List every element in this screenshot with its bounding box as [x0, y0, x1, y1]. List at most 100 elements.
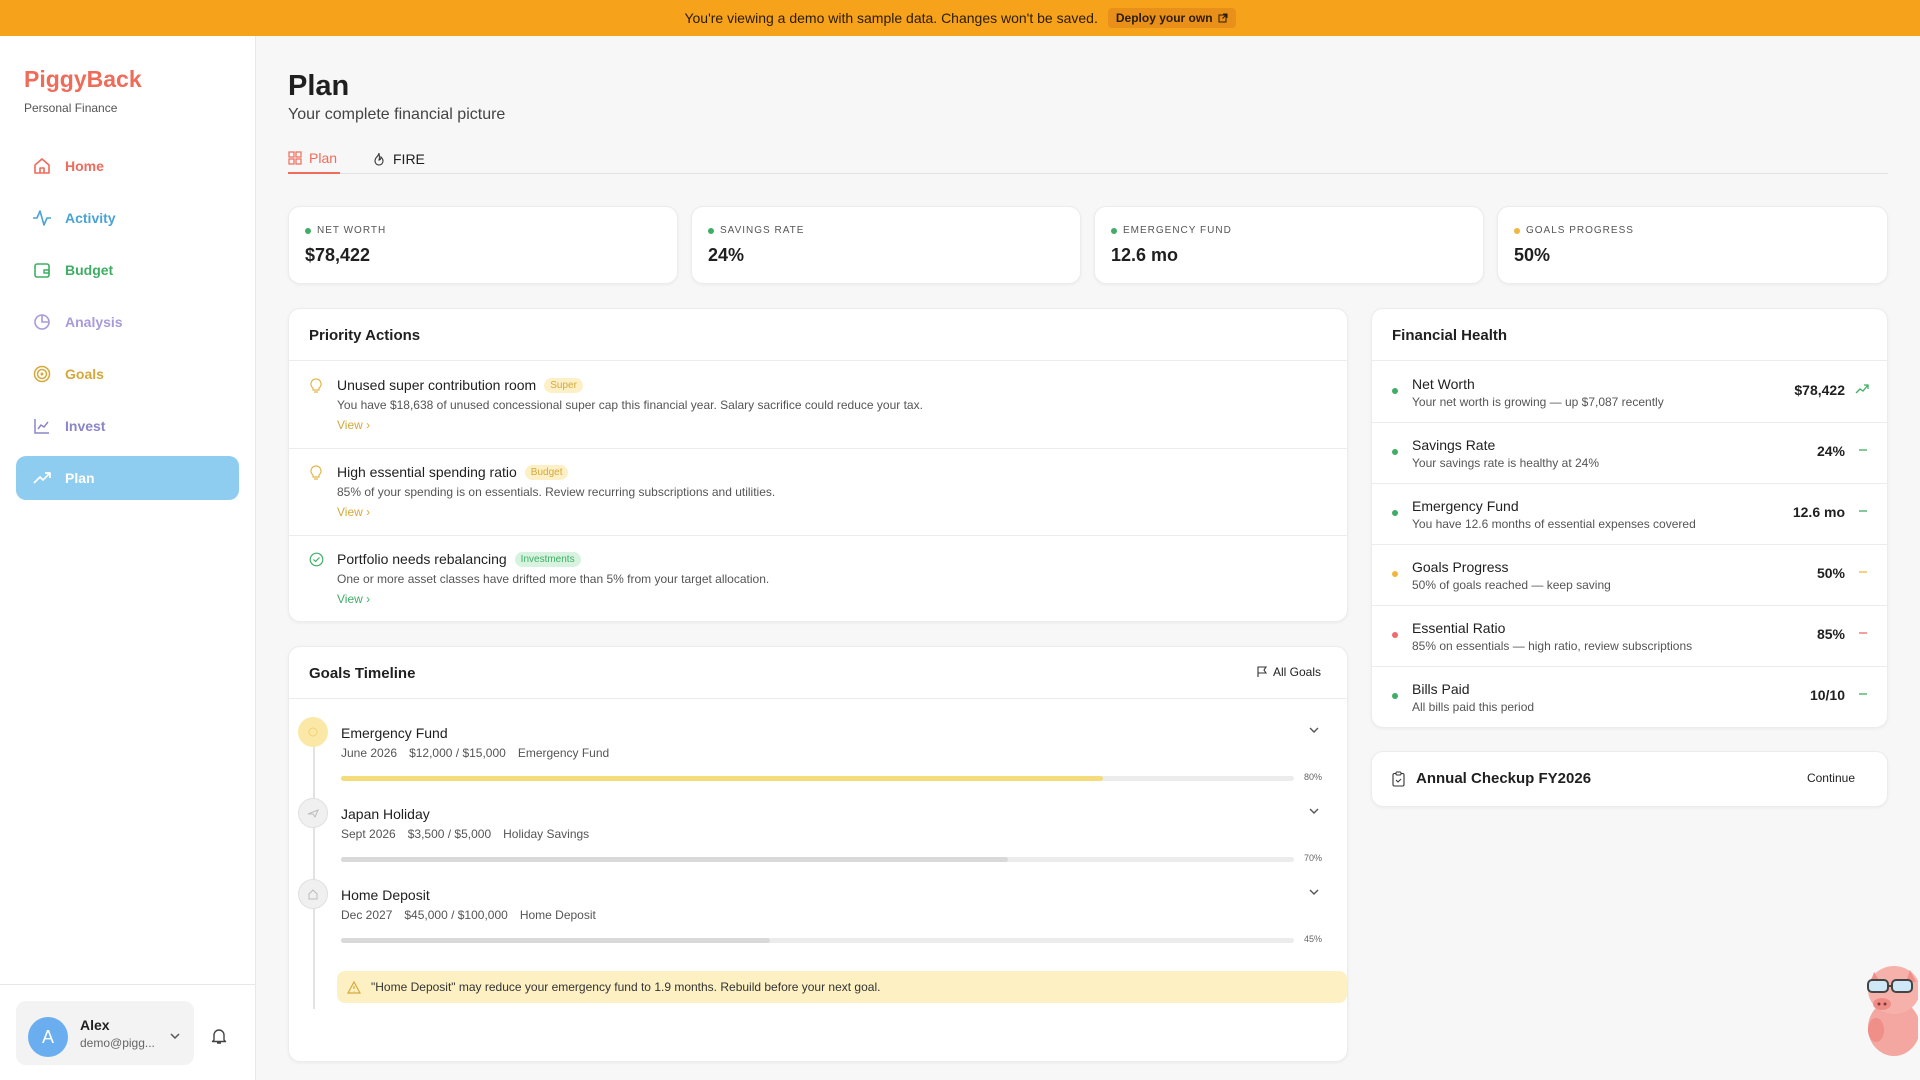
sidebar-item-activity[interactable]: Activity: [16, 196, 239, 240]
minus-icon: [1859, 693, 1867, 695]
target-icon: [33, 365, 51, 383]
health-row[interactable]: Bills Paid All bills paid this period 10…: [1372, 667, 1887, 728]
status-dot: [1392, 510, 1398, 516]
health-value: 85%: [1816, 626, 1845, 642]
house-icon: [308, 889, 318, 900]
sidebar-item-budget[interactable]: Budget: [16, 248, 239, 292]
bell-icon[interactable]: [210, 1027, 228, 1045]
page-subtitle: Your complete financial picture: [288, 106, 506, 123]
chevron-down-icon[interactable]: [1307, 804, 1321, 818]
flag-icon: [1257, 666, 1267, 677]
goal-amount: $3,500 / $5,000: [407, 827, 492, 841]
demo-banner: You're viewing a demo with sample data. …: [0, 0, 1920, 36]
status-dot: [1392, 632, 1398, 638]
plane-icon: [307, 809, 319, 819]
health-value: 24%: [1816, 443, 1845, 459]
chevron-right-icon: ›: [366, 505, 371, 519]
status-dot: [305, 227, 311, 234]
chevron-down-icon[interactable]: [1307, 885, 1321, 899]
sidebar-item-label: Budget: [65, 262, 114, 278]
action-description: You have $18,638 of unused concessional …: [337, 398, 923, 412]
action-title: Unused super contribution room: [337, 377, 537, 393]
action-description: One or more asset classes have drifted m…: [337, 572, 770, 586]
stat-value: 12.6 mo: [1111, 245, 1179, 265]
health-value: $78,422: [1794, 382, 1845, 398]
progress-percent: 45%: [1303, 934, 1322, 944]
status-dot: [1392, 693, 1398, 699]
stat-card-savings-rate: SAVINGS RATE 24%: [691, 206, 1081, 284]
brand-subtitle: Personal Finance: [24, 101, 118, 115]
checkup-title: Annual Checkup FY2026: [1416, 770, 1592, 787]
sidebar-item-plan[interactable]: Plan: [16, 456, 239, 500]
goal-item[interactable]: Japan Holiday Sept 2026 $3,500 / $5,000 …: [289, 798, 1347, 879]
grid-icon: [288, 151, 302, 165]
health-name: Goals Progress: [1412, 559, 1509, 575]
goal-date: Dec 2027: [341, 908, 393, 922]
health-row[interactable]: Savings Rate Your savings rate is health…: [1372, 423, 1887, 484]
goal-item[interactable]: Emergency Fund June 2026 $12,000 / $15,0…: [289, 717, 1347, 798]
health-row[interactable]: Goals Progress 50% of goals reached — ke…: [1372, 545, 1887, 606]
tab-fire[interactable]: FIRE: [372, 144, 425, 174]
action-item: Unused super contribution room Super You …: [289, 362, 1347, 449]
goal-item[interactable]: Home Deposit Dec 2027 $45,000 / $100,000…: [289, 879, 1347, 960]
warning-banner: "Home Deposit" may reduce your emergency…: [337, 971, 1347, 1003]
deploy-button[interactable]: Deploy your own: [1107, 8, 1236, 28]
chevron-down-icon: [170, 1033, 180, 1040]
progress-fill: [341, 857, 1009, 862]
pig-mascot-icon[interactable]: [1858, 958, 1918, 1058]
sidebar-item-invest[interactable]: Invest: [16, 404, 239, 448]
priority-actions-card: Priority Actions Unused super contributi…: [288, 308, 1348, 622]
sidebar-item-label: Goals: [65, 366, 104, 382]
progress-percent: 80%: [1303, 772, 1322, 782]
action-title: High essential spending ratio: [337, 464, 517, 480]
health-name: Savings Rate: [1412, 437, 1496, 453]
check-circle-icon: [309, 552, 324, 567]
progress-bar: [341, 857, 1294, 862]
wallet-icon: [34, 263, 50, 278]
trending-up-icon: [1855, 384, 1869, 394]
category-badge: Budget: [524, 464, 569, 480]
action-item: High essential spending ratio Budget 85% …: [289, 449, 1347, 536]
minus-icon: [1859, 510, 1867, 512]
pie-chart-icon: [34, 314, 50, 330]
goal-marker: [298, 798, 328, 828]
sidebar-item-goals[interactable]: Goals: [16, 352, 239, 396]
view-link[interactable]: View ›: [337, 505, 370, 519]
minus-icon: [1859, 571, 1867, 573]
action-item: Portfolio needs rebalancing Investments O…: [289, 536, 1347, 623]
activity-icon: [33, 210, 51, 226]
stat-label: GOALS PROGRESS: [1526, 225, 1634, 236]
sidebar-item-label: Home: [65, 158, 104, 174]
category-badge: Investments: [514, 551, 581, 567]
goal-account: Emergency Fund: [517, 746, 610, 760]
health-name: Essential Ratio: [1412, 620, 1506, 636]
view-link[interactable]: View ›: [337, 418, 370, 432]
health-row[interactable]: Net Worth Your net worth is growing — up…: [1372, 362, 1887, 423]
continue-button[interactable]: Continue: [1807, 771, 1855, 785]
brand-logo[interactable]: PiggyBack: [24, 66, 142, 93]
chevron-down-icon[interactable]: [1307, 723, 1321, 737]
sidebar-item-home[interactable]: Home: [16, 144, 239, 188]
stat-card-emergency-fund: EMERGENCY FUND 12.6 mo: [1094, 206, 1484, 284]
external-link-icon: [1218, 13, 1228, 23]
all-goals-button[interactable]: All Goals: [1256, 665, 1321, 679]
avatar: A: [28, 1017, 68, 1057]
view-link[interactable]: View ›: [337, 592, 370, 606]
health-name: Net Worth: [1412, 376, 1475, 392]
health-row[interactable]: Emergency Fund You have 12.6 months of e…: [1372, 484, 1887, 545]
goals-timeline-card: Goals Timeline All Goals Emergency Fund …: [288, 646, 1348, 1062]
health-row[interactable]: Essential Ratio 85% on essentials — high…: [1372, 606, 1887, 667]
user-menu[interactable]: A Alex demo@pigg...: [16, 1001, 194, 1065]
tab-plan[interactable]: Plan: [288, 144, 340, 174]
goal-name: Home Deposit: [341, 887, 430, 903]
action-title: Portfolio needs rebalancing: [337, 551, 507, 567]
home-icon: [34, 158, 50, 174]
sidebar-item-analysis[interactable]: Analysis: [16, 300, 239, 344]
chevron-right-icon: ›: [366, 418, 371, 432]
tab-label: Plan: [309, 150, 338, 166]
stat-value: 50%: [1514, 245, 1551, 265]
health-description: All bills paid this period: [1412, 700, 1535, 714]
health-name: Emergency Fund: [1412, 498, 1519, 514]
progress-bar: [341, 938, 1294, 943]
shield-icon: [308, 727, 318, 737]
